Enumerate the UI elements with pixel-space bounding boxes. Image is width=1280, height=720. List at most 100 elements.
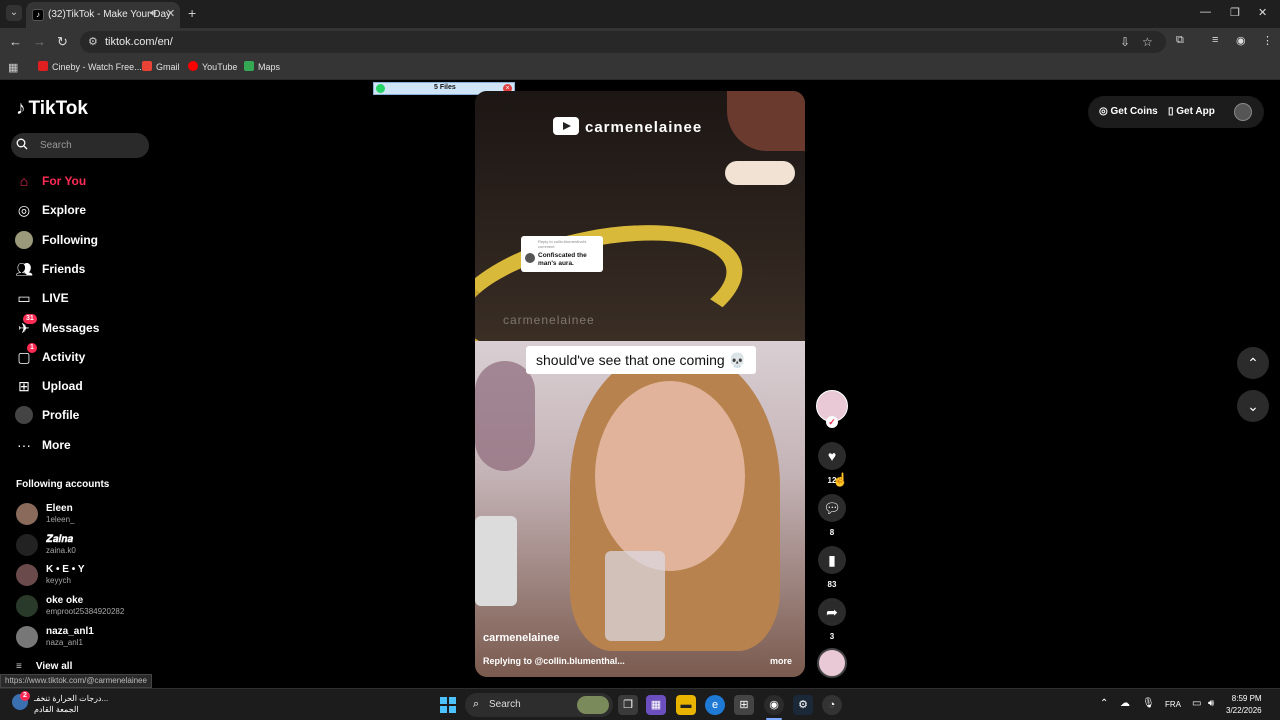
messages-badge: 31 (23, 314, 37, 324)
url-text[interactable]: tiktok.com/en/ (105, 36, 173, 48)
more-button[interactable]: more (770, 656, 792, 666)
video-cup (605, 551, 665, 641)
nav-activity[interactable]: ▢ 1 Activity (15, 343, 155, 369)
video-watermark: carmenelainee (503, 313, 595, 327)
app-icon[interactable]: ◔ (822, 695, 842, 715)
home-icon: ⌂ (19, 173, 29, 189)
video-person-face (595, 381, 745, 571)
search-input[interactable]: Search (11, 133, 149, 158)
system-clock[interactable]: 8:59 PM 3/22/2026 (1226, 693, 1262, 717)
reload-button[interactable]: ↻ (57, 34, 68, 50)
header-actions: ◎ Get Coins ▯ Get App (1088, 96, 1264, 128)
apps-grid-icon[interactable]: ▦ (8, 61, 18, 74)
volume-icon[interactable]: 🔊︎ (1208, 698, 1214, 709)
video-phone (475, 516, 517, 606)
show-hidden-icons[interactable]: ⌃ (1100, 698, 1108, 709)
nav-profile[interactable]: Profile (15, 405, 155, 427)
bookmark-maps[interactable]: Maps (244, 61, 280, 72)
video-description: Replying to @collin.blumenthal... (483, 656, 625, 666)
status-bar-url: https://www.tiktok.com/@carmenelainee (0, 674, 152, 688)
nav-messages[interactable]: ✈ 31 Messages (15, 314, 155, 340)
bookmark-star-icon[interactable]: ☆ (1142, 35, 1153, 49)
edge-icon[interactable]: e (705, 695, 725, 715)
live-icon: ▭ (17, 290, 31, 306)
next-video-button[interactable]: ⌄ (1237, 390, 1269, 422)
nav-more[interactable]: ··· More (15, 435, 155, 457)
microphone-icon[interactable]: 🎙︎ (1142, 698, 1155, 709)
video-player[interactable]: carmenelainee Reply to collin.blumenthal… (475, 91, 805, 677)
nav-live[interactable]: ▭ LIVE (15, 288, 155, 310)
following-account[interactable]: naza_anl1 naza_anl1 (16, 626, 156, 652)
video-caption: should've see that one coming 💀 (526, 346, 757, 374)
follow-check-icon[interactable]: ✓ (826, 416, 838, 428)
previous-video-button[interactable]: ⌃ (1237, 347, 1269, 379)
view-all-link[interactable]: ≡ View all (16, 661, 72, 672)
restore-button[interactable]: ❐ (1230, 6, 1240, 19)
speaker-icon[interactable]: 🔊︎ (150, 8, 156, 19)
extensions-icon[interactable]: ⧉ (1176, 34, 1184, 47)
following-account[interactable]: oke oke emproot25384920282 (16, 595, 156, 621)
share-button[interactable]: ➦ (818, 598, 846, 626)
nav-for-you[interactable]: ⌂ For You (15, 171, 155, 193)
comment-button[interactable]: 💬︎ (818, 494, 846, 522)
bookmark-youtube[interactable]: YouTube (188, 61, 237, 72)
media-controls-icon[interactable]: ≡ (1212, 34, 1218, 46)
following-account[interactable]: Eleen 1eleen_ (16, 503, 156, 529)
tab-search-button[interactable]: ⌄ (6, 5, 22, 21)
nav-following[interactable]: Following (15, 230, 155, 252)
sound-avatar[interactable] (817, 648, 847, 678)
browser-tab[interactable]: ♪ (32)TikTok - Make Your Day 🔊︎ ✕ (26, 2, 180, 28)
forward-button[interactable]: → (33, 34, 46, 49)
video-flowers (475, 361, 535, 471)
minimize-button[interactable]: — (1200, 6, 1211, 18)
nav-explore[interactable]: ◎ Explore (15, 200, 155, 222)
save-count: 83 (827, 580, 837, 589)
save-button[interactable]: ▮ (818, 546, 846, 574)
more-icon: ··· (17, 437, 31, 453)
share-icon: ➦ (826, 604, 838, 620)
bookmark-cineby[interactable]: Cineby - Watch Free... (38, 61, 142, 72)
weather-widget[interactable]: درجات الحرارة تنخفـ... الجمعة القادم (34, 693, 108, 715)
task-view-icon[interactable]: ❐ (618, 695, 638, 715)
language-indicator[interactable]: FRA (1165, 700, 1181, 709)
steam-icon[interactable]: ⚙ (793, 695, 813, 715)
browser-tab-bar: ⌄ ♪ (32)TikTok - Make Your Day 🔊︎ ✕ + — … (0, 0, 1280, 28)
menu-kebab-icon[interactable]: ⋮ (1262, 34, 1273, 47)
install-app-icon[interactable]: ⇩ (1120, 35, 1130, 49)
search-placeholder: Search (40, 140, 72, 151)
comment-count: 8 (829, 528, 835, 537)
following-icon (15, 231, 33, 249)
tiktok-logo[interactable]: ♪ TikTok (16, 98, 88, 120)
nav-upload[interactable]: ⊞ Upload (15, 376, 155, 398)
get-coins-button[interactable]: ◎ Get Coins (1099, 106, 1158, 117)
site-info-icon[interactable]: ⚙ (88, 35, 98, 48)
following-account[interactable]: K • E • Y keyych (16, 564, 156, 590)
following-account[interactable]: 𝒁𝒂𝒊𝒏𝒂 zaina.k0 (16, 534, 156, 560)
heart-icon: ♥ (827, 448, 837, 464)
like-button[interactable]: ♥ (818, 442, 846, 470)
chrome-icon[interactable]: ◉ (764, 695, 784, 715)
tiktok-note-icon: ♪ (16, 98, 26, 119)
windows-start-icon[interactable] (440, 697, 456, 713)
get-app-button[interactable]: ▯ Get App (1168, 106, 1215, 117)
store-icon[interactable]: ⊞ (734, 695, 754, 715)
nav-friends[interactable]: 👥︎ Friends (15, 259, 155, 281)
profile-avatar-icon[interactable]: ◉ (1236, 34, 1246, 47)
avatar (16, 534, 38, 556)
close-window-button[interactable]: ✕ (1258, 6, 1267, 19)
new-tab-button[interactable]: + (188, 5, 196, 21)
close-tab-icon[interactable]: ✕ (166, 7, 175, 20)
file-explorer-icon[interactable]: ▬ (676, 695, 696, 715)
bookmark-gmail[interactable]: Gmail (142, 61, 180, 72)
network-icon[interactable]: ▭ (1192, 698, 1201, 709)
back-button[interactable]: ← (9, 34, 22, 49)
share-count: 3 (829, 632, 835, 641)
youtube-watermark: carmenelainee (553, 117, 702, 136)
widgets-icon[interactable]: ▦ (646, 695, 666, 715)
address-bar[interactable]: ⚙ tiktok.com/en/ ⇩ ☆ (80, 31, 1166, 53)
onedrive-icon[interactable]: ☁ (1120, 698, 1130, 709)
video-author[interactable]: carmenelainee (483, 632, 559, 644)
user-avatar[interactable] (1234, 103, 1252, 121)
taskbar-search[interactable]: ⌕ Search (465, 693, 613, 717)
upload-icon: ⊞ (18, 378, 30, 394)
